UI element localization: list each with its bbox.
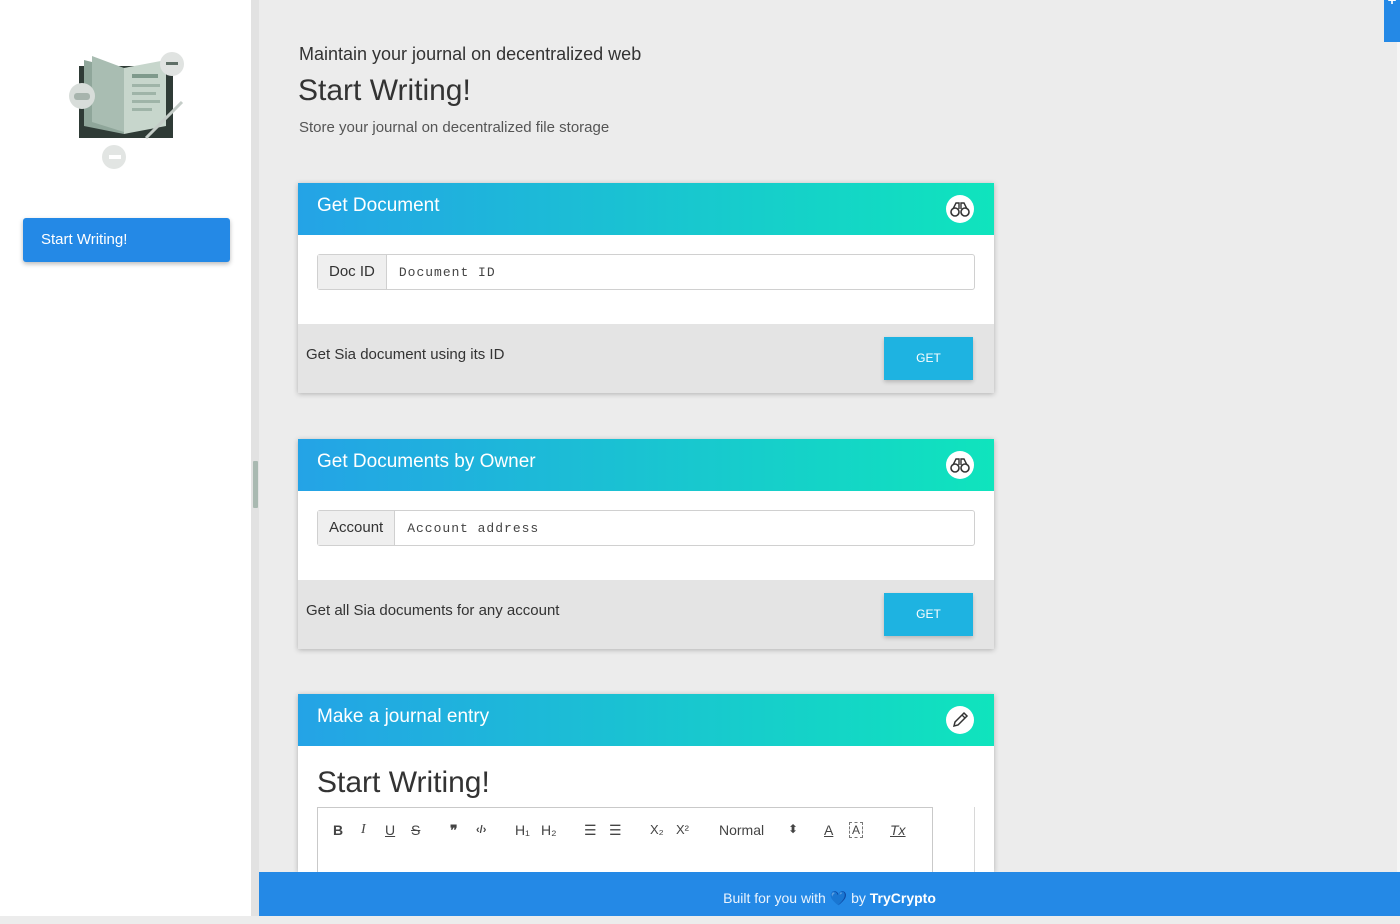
card-title: Get Document bbox=[317, 195, 440, 216]
card-footer: Get Sia document using its ID GET bbox=[298, 324, 994, 393]
binoculars-icon[interactable] bbox=[946, 195, 974, 223]
italic-button[interactable]: I bbox=[361, 822, 366, 838]
trycrypto-link[interactable]: TryCrypto bbox=[870, 890, 936, 906]
get-documents-by-owner-button[interactable]: GET bbox=[884, 593, 973, 636]
doc-id-input[interactable] bbox=[386, 255, 974, 289]
strikethrough-button[interactable]: S bbox=[411, 822, 420, 838]
code-button[interactable]: ‹/› bbox=[476, 824, 486, 836]
heading-2-button[interactable]: H₂ bbox=[541, 822, 557, 838]
heading-1-button[interactable]: H₁ bbox=[515, 822, 530, 838]
page-footer: Built for you with 💙 by TryCrypto bbox=[259, 872, 1400, 916]
ordered-list-button[interactable]: ☰ bbox=[584, 822, 597, 839]
get-document-button[interactable]: GET bbox=[884, 337, 973, 380]
card-footer-text: Get all Sia documents for any account bbox=[306, 602, 560, 619]
card-title: Make a journal entry bbox=[317, 706, 490, 727]
underline-button[interactable]: U bbox=[385, 822, 395, 838]
journal-entry-card: Make a journal entry Start Writing! B I … bbox=[298, 694, 994, 877]
plus-icon: + bbox=[1387, 0, 1397, 9]
doc-id-input-group: Doc ID bbox=[317, 254, 975, 290]
bullet-list-button[interactable]: ☰ bbox=[609, 822, 622, 839]
card-footer: Get all Sia documents for any account GE… bbox=[298, 580, 994, 649]
font-size-select[interactable]: Normal bbox=[719, 822, 764, 838]
font-color-button[interactable]: A bbox=[824, 822, 833, 838]
editor-title: Start Writing! bbox=[317, 766, 490, 799]
start-writing-nav-button[interactable]: Start Writing! bbox=[23, 218, 230, 262]
card-body: Doc ID bbox=[298, 235, 994, 324]
add-button[interactable]: + bbox=[1384, 0, 1400, 42]
clear-format-button[interactable]: Tx bbox=[890, 822, 906, 838]
get-documents-by-owner-card: Get Documents by Owner Account Get all S… bbox=[298, 439, 994, 649]
editor-toolbar: B I U S ❞ ‹/› H₁ H₂ ☰ ☰ X₂ X² Normal ⬍ A… bbox=[317, 807, 933, 877]
card-header: Make a journal entry bbox=[298, 694, 994, 746]
doc-id-label: Doc ID bbox=[318, 255, 387, 289]
binoculars-icon[interactable] bbox=[946, 451, 974, 479]
account-label: Account bbox=[318, 511, 396, 545]
card-title: Get Documents by Owner bbox=[317, 451, 536, 472]
journal-illustration-icon bbox=[62, 46, 190, 172]
card-body: Account bbox=[298, 491, 994, 580]
account-input-group: Account bbox=[317, 510, 975, 546]
footer-by: by bbox=[851, 890, 866, 906]
card-header: Get Document bbox=[298, 183, 994, 235]
background-color-button[interactable]: A bbox=[849, 822, 864, 838]
superscript-button[interactable]: X² bbox=[676, 822, 689, 837]
page-title: Start Writing! bbox=[298, 74, 471, 107]
card-footer-text: Get Sia document using its ID bbox=[306, 346, 505, 363]
subscript-button[interactable]: X₂ bbox=[650, 822, 664, 837]
heart-icon: 💙 bbox=[829, 890, 848, 906]
chevron-up-down-icon: ⬍ bbox=[788, 822, 799, 836]
sidebar-separator bbox=[251, 0, 259, 916]
hero-pretitle: Maintain your journal on decentralized w… bbox=[299, 44, 642, 64]
pencil-icon[interactable] bbox=[946, 706, 974, 734]
blockquote-button[interactable]: ❞ bbox=[450, 822, 458, 839]
get-document-card: Get Document Doc ID Get Sia document usi… bbox=[298, 183, 994, 393]
footer-prefix: Built for you with bbox=[723, 890, 826, 906]
rich-text-editor[interactable]: B I U S ❞ ‹/› H₁ H₂ ☰ ☰ X₂ X² Normal ⬍ A… bbox=[317, 807, 975, 877]
card-body: Start Writing! B I U S ❞ ‹/› H₁ H₂ ☰ ☰ X… bbox=[298, 746, 994, 877]
bold-button[interactable]: B bbox=[333, 822, 343, 838]
account-address-input[interactable] bbox=[395, 511, 974, 545]
hero-subtitle: Store your journal on decentralized file… bbox=[299, 119, 610, 136]
sidebar: Start Writing! bbox=[0, 0, 251, 916]
sidebar-resize-handle[interactable] bbox=[253, 461, 258, 508]
card-header: Get Documents by Owner bbox=[298, 439, 994, 491]
